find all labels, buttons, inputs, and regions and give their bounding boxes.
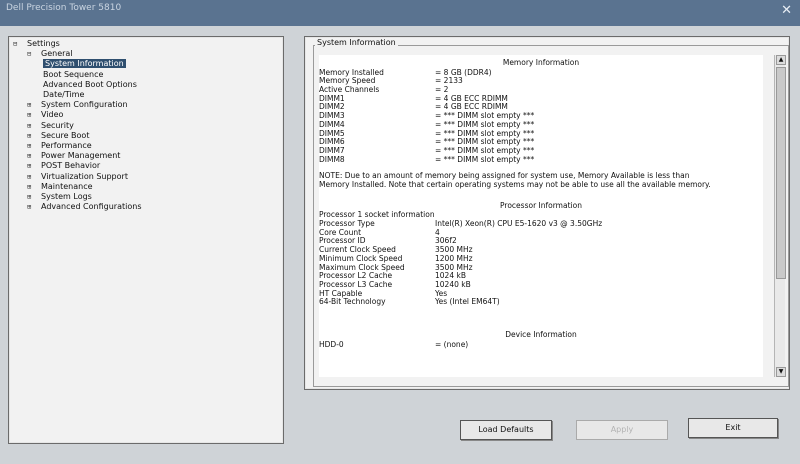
tree-item-label[interactable]: System Information <box>43 59 126 69</box>
expand-icon[interactable]: ⊞ <box>27 172 41 182</box>
info-row: Core Count 4 <box>319 228 763 238</box>
tree-item-date-time[interactable]: Date/Time <box>13 90 141 100</box>
tree-item-maintenance[interactable]: ⊞ Maintenance <box>13 182 141 192</box>
info-row: DIMM1 = 4 GB ECC RDIMM <box>319 94 763 104</box>
expand-icon[interactable]: ⊞ <box>27 161 41 171</box>
info-row: DIMM2 = 4 GB ECC RDIMM <box>319 103 763 112</box>
tree-item-advanced-configurations[interactable]: ⊞ Advanced Configurations <box>13 202 141 212</box>
tree-item-label[interactable]: Maintenance <box>41 182 93 191</box>
settings-tree: ⊟ Settings ⊟ General System Information Bo… <box>13 39 141 212</box>
vertical-scrollbar[interactable]: ▲ ▼ <box>774 55 786 377</box>
tree-item-label[interactable]: Date/Time <box>43 90 84 99</box>
tree-root: ⊟ Settings <box>13 39 141 49</box>
tree-item-system-configuration[interactable]: ⊞ System Configuration <box>13 100 141 110</box>
info-row: DIMM8 = *** DIMM slot empty *** <box>319 154 763 165</box>
info-key: HDD-0 <box>319 339 344 349</box>
tree-item-system-logs[interactable]: ⊞ System Logs <box>13 192 141 202</box>
info-row: 64-Bit Technology Yes (Intel EM64T) <box>319 298 763 307</box>
load-defaults-button[interactable]: Load Defaults <box>460 420 552 440</box>
tree-item-post-behavior[interactable]: ⊞ POST Behavior <box>13 161 141 171</box>
info-value: = *** DIMM slot empty *** <box>435 154 535 164</box>
tree-root-label[interactable]: Settings <box>27 39 60 48</box>
tree-item-virtualization-support[interactable]: ⊞ Virtualization Support <box>13 172 141 182</box>
window-title: Dell Precision Tower 5810 <box>6 3 122 13</box>
tree-item-label[interactable]: Virtualization Support <box>41 172 128 181</box>
collapse-icon[interactable]: ⊟ <box>27 49 41 59</box>
settings-tree-panel: ⊟ Settings ⊟ General System Information Bo… <box>8 36 284 444</box>
tree-item-label[interactable]: POST Behavior <box>41 161 100 170</box>
tree-item-performance[interactable]: ⊞ Performance <box>13 141 141 151</box>
processor-information-header: Processor Information <box>500 200 582 210</box>
exit-button[interactable]: Exit <box>688 418 778 438</box>
expand-icon[interactable]: ⊞ <box>27 202 41 212</box>
scroll-up-icon[interactable]: ▲ <box>776 55 786 65</box>
memory-note: NOTE: Due to an amount of memory being a… <box>319 171 711 189</box>
info-row: Memory Installed = 8 GB (DDR4) <box>319 68 763 78</box>
tree-item-label[interactable]: Power Management <box>41 151 120 160</box>
expand-icon[interactable]: ⊞ <box>27 182 41 192</box>
tree-item-label[interactable]: System Configuration <box>41 100 128 109</box>
info-row: DIMM4 = *** DIMM slot empty *** <box>319 120 763 130</box>
info-row: Processor Type Intel(R) Xeon(R) CPU E5-16… <box>319 219 763 229</box>
close-icon[interactable]: ✕ <box>781 4 792 18</box>
title-bar: Dell Precision Tower 5810 ✕ <box>0 0 800 26</box>
expand-icon[interactable]: ⊞ <box>27 192 41 202</box>
tree-item-label[interactable]: General <box>41 49 73 58</box>
tree-item-label[interactable]: Advanced Boot Options <box>43 80 137 89</box>
info-key: DIMM8 <box>319 154 345 164</box>
info-row: HDD-0 = (none) <box>319 339 763 350</box>
tree-item-label[interactable]: Performance <box>41 141 92 150</box>
tree-item-secure-boot[interactable]: ⊞ Secure Boot <box>13 131 141 141</box>
info-row: DIMM5 = *** DIMM slot empty *** <box>319 129 763 139</box>
tree-item-advanced-boot-options[interactable]: Advanced Boot Options <box>13 80 141 90</box>
info-row: DIMM3 = *** DIMM slot empty *** <box>319 111 763 121</box>
info-row: Memory Speed = 2133 <box>319 77 763 86</box>
memory-information-header: Memory Information <box>502 58 580 67</box>
scrollbar-thumb[interactable] <box>776 67 786 279</box>
system-information-content: Memory Information Memory Installed = 8 G… <box>319 55 763 377</box>
system-information-panel: System Information Memory Information Me… <box>304 36 790 390</box>
scroll-down-icon[interactable]: ▼ <box>776 367 786 377</box>
expand-icon[interactable]: ⊞ <box>27 100 41 110</box>
info-row: DIMM7 = *** DIMM slot empty *** <box>319 146 763 156</box>
tree-item-label[interactable]: Security <box>41 121 74 130</box>
device-information-header: Device Information <box>505 329 577 339</box>
expand-icon[interactable]: ⊞ <box>27 110 41 120</box>
info-value: = (none) <box>435 339 469 349</box>
info-row: Active Channels = 2 <box>319 85 763 95</box>
info-value: Yes (Intel EM64T) <box>435 297 500 307</box>
info-key: 64-Bit Technology <box>319 297 386 307</box>
tree-item-security[interactable]: ⊞ Security <box>13 121 141 131</box>
tree-item-system-information[interactable]: System Information <box>13 59 141 69</box>
expand-icon[interactable]: ⊞ <box>27 131 41 141</box>
expand-icon[interactable]: ⊞ <box>27 141 41 151</box>
tree-item-video[interactable]: ⊞ Video <box>13 110 141 120</box>
tree-item-label[interactable]: Video <box>41 110 63 119</box>
tree-item-power-management[interactable]: ⊞ Power Management <box>13 151 141 161</box>
expand-icon[interactable]: ⊞ <box>27 121 41 131</box>
tree-item-label[interactable]: Boot Sequence <box>43 70 103 79</box>
tree-item-general[interactable]: ⊟ General <box>13 49 141 59</box>
apply-button[interactable]: Apply <box>576 420 668 440</box>
tree-item-label[interactable]: Secure Boot <box>41 131 89 140</box>
group-title: System Information <box>315 38 398 47</box>
info-row: Processor L3 Cache 10240 kB <box>319 280 763 290</box>
info-value: Intel(R) Xeon(R) CPU E5-1620 v3 @ 3.50GH… <box>435 219 603 229</box>
tree-item-label[interactable]: Advanced Configurations <box>41 202 141 211</box>
collapse-icon[interactable]: ⊟ <box>13 39 27 49</box>
tree-item-boot-sequence[interactable]: Boot Sequence <box>13 70 141 80</box>
tree-item-label[interactable]: System Logs <box>41 192 92 201</box>
expand-icon[interactable]: ⊞ <box>27 151 41 161</box>
info-row: DIMM6 = *** DIMM slot empty *** <box>319 137 763 147</box>
